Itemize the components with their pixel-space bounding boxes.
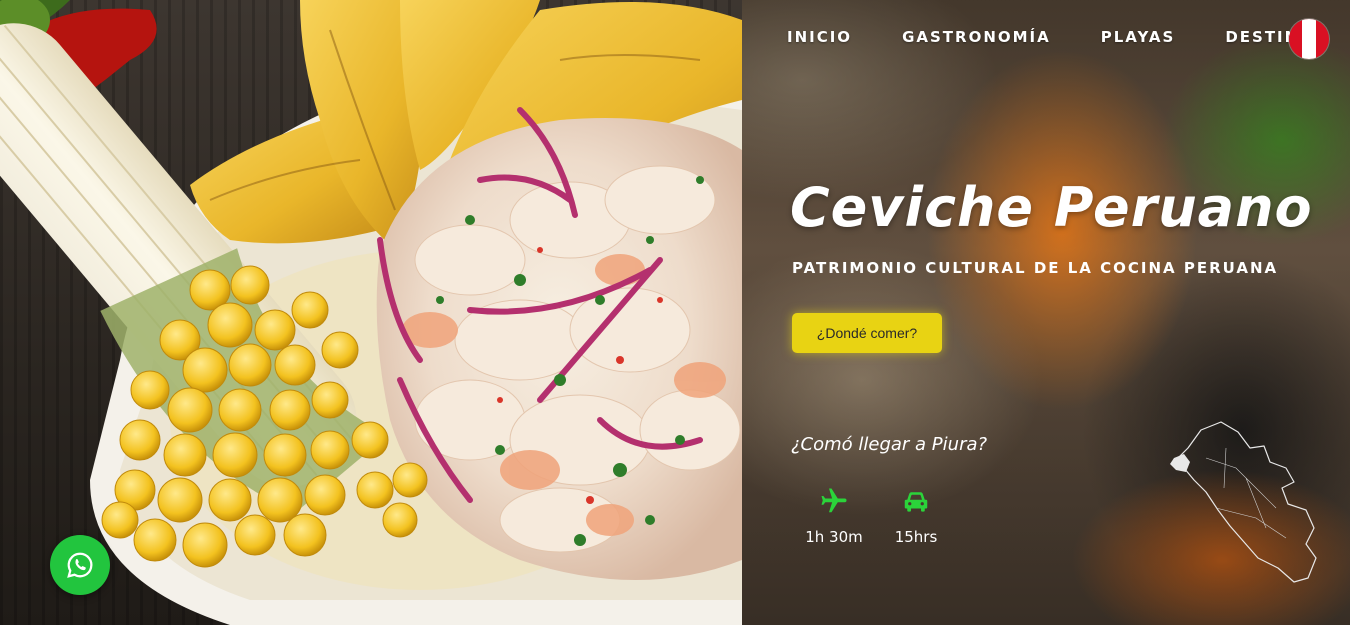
where-to-eat-button[interactable]: ¿Dondé comer? bbox=[792, 313, 942, 353]
page-subtitle: PATRIMONIO CULTURAL DE LA COCINA PERUANA bbox=[792, 259, 1279, 277]
plane-travel-time: 1h 30m bbox=[805, 528, 863, 546]
nav-link-inicio[interactable]: INICIO bbox=[787, 28, 852, 46]
whatsapp-icon bbox=[67, 552, 93, 578]
car-icon bbox=[904, 492, 928, 512]
peru-flag-icon[interactable] bbox=[1289, 19, 1329, 59]
plane-icon bbox=[821, 488, 847, 513]
ceviche-illustration bbox=[0, 0, 742, 625]
flag-white-band bbox=[1302, 19, 1316, 59]
car-travel-time: 15hrs bbox=[894, 528, 938, 546]
how-to-get-heading: ¿Comó llegar a Piura? bbox=[791, 434, 988, 455]
plane-travel-info: 1h 30m bbox=[799, 486, 869, 546]
main-nav: INICIO GASTRONOMÍA PLAYAS DESTINOS bbox=[787, 28, 1327, 46]
nav-link-gastronomia[interactable]: GASTRONOMÍA bbox=[902, 28, 1051, 46]
whatsapp-button[interactable] bbox=[50, 535, 110, 595]
nav-link-playas[interactable]: PLAYAS bbox=[1101, 28, 1176, 46]
ceviche-photo bbox=[0, 0, 742, 625]
page-title: Ceviche Peruano bbox=[790, 176, 1313, 239]
peru-map-icon bbox=[1170, 421, 1317, 583]
car-travel-info: 15hrs bbox=[881, 486, 951, 546]
